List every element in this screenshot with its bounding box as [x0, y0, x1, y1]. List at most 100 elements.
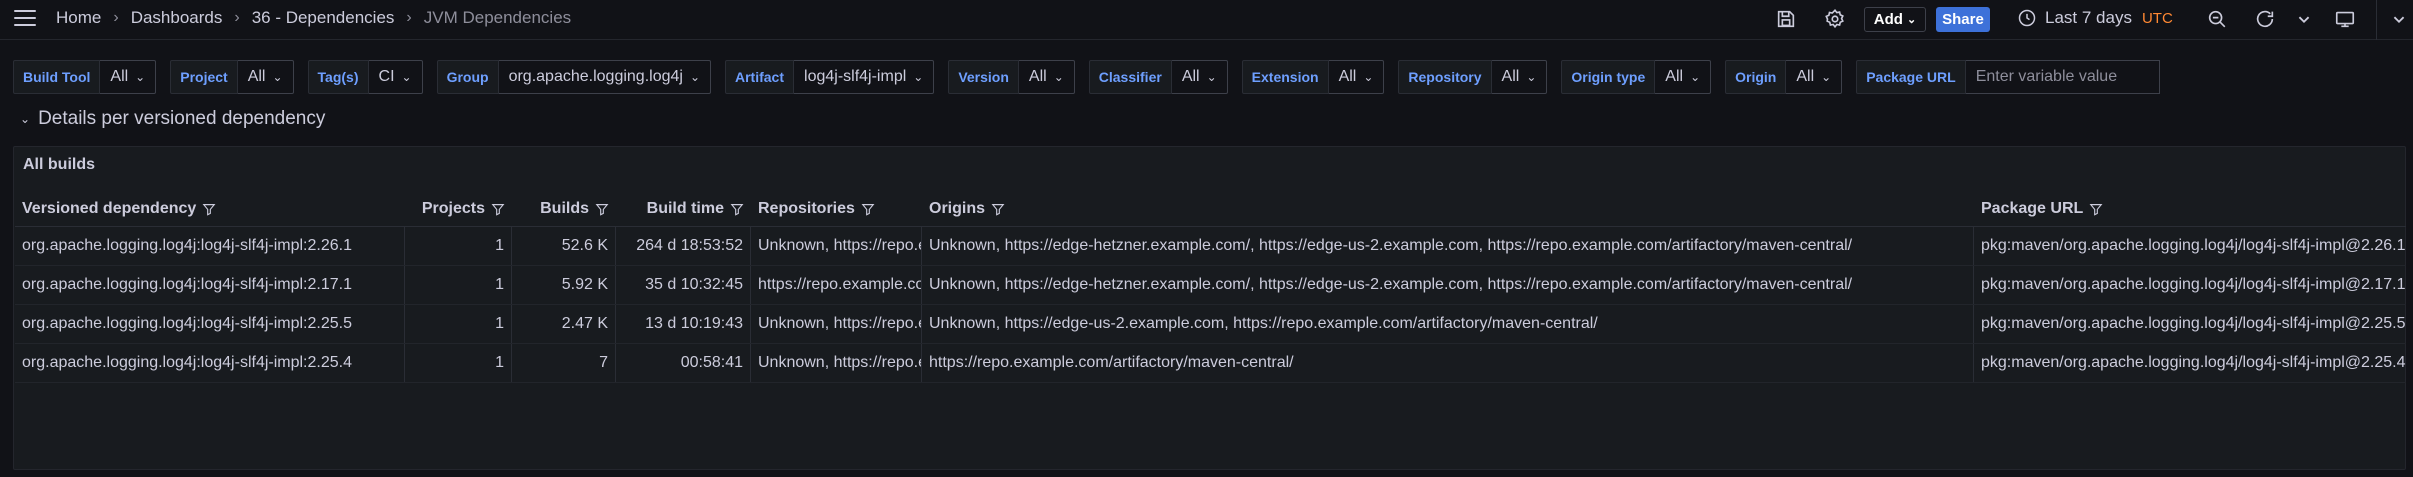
table-cell: pkg:maven/org.apache.logging.log4j/log4j…	[1981, 237, 2406, 254]
table-cell: 1	[405, 227, 512, 265]
column-header[interactable]: Origins	[922, 191, 1974, 226]
time-range-picker[interactable]: Last 7 days UTC	[2017, 8, 2173, 28]
variables-bar: Build Tool All ⌄ Project All ⌄ Tag(s) CI ⌄ Group o…	[13, 60, 2174, 94]
variable-value: All	[1796, 68, 1815, 85]
package-url-input[interactable]: Enter variable value	[1965, 60, 2160, 94]
menu-icon[interactable]	[14, 10, 36, 28]
table-cell: Unknown, https://repo.example.com/artifa…	[751, 344, 922, 382]
breadcrumb-dashboards[interactable]: Dashboards	[131, 8, 223, 28]
refresh-interval-chevron-icon[interactable]	[2293, 8, 2310, 30]
table-row[interactable]: org.apache.logging.log4j:log4j-slf4j-imp…	[15, 344, 2406, 383]
table-cell: 1	[405, 305, 512, 343]
variable-select[interactable]: All ⌄	[100, 60, 157, 94]
variable-label: Origin type	[1561, 60, 1656, 94]
table-cell: Unknown, https://edge-hetzner.example.co…	[922, 266, 1974, 304]
filter-icon[interactable]	[730, 202, 744, 216]
variable-select[interactable]: log4j-slf4j-impl ⌄	[794, 60, 935, 94]
variable-1: Project All ⌄	[170, 60, 294, 94]
variable-4: Artifact log4j-slf4j-impl ⌄	[725, 60, 935, 94]
table-cell: org.apache.logging.log4j:log4j-slf4j-imp…	[15, 227, 405, 265]
chevron-down-icon: ⌄	[20, 112, 31, 126]
variable-label: Artifact	[725, 60, 795, 94]
variable-label: Origin	[1725, 60, 1787, 94]
filter-icon[interactable]	[991, 202, 1005, 216]
table-cell: pkg:maven/org.apache.logging.log4j/log4j…	[1981, 354, 2406, 371]
save-icon[interactable]	[1775, 8, 1797, 30]
table-cell: 1	[405, 344, 512, 382]
page-title: JVM Dependencies	[423, 8, 572, 27]
variable-7: Extension All ⌄	[1241, 60, 1385, 94]
variable-value: All	[1665, 68, 1684, 85]
table-cell: pkg:maven/org.apache.logging.log4j/log4j…	[1981, 315, 2406, 332]
clock-icon	[2018, 9, 2036, 27]
breadcrumb-home[interactable]: Home	[56, 8, 101, 28]
column-header[interactable]: Repositories	[751, 191, 922, 226]
timezone-badge: UTC	[2141, 9, 2173, 27]
variable-label: Project	[170, 60, 238, 94]
variable-select[interactable]: All ⌄	[1018, 60, 1075, 94]
panel-title: All builds	[23, 156, 95, 173]
column-header-label: Repositories	[758, 199, 855, 217]
variable-value: log4j-slf4j-impl	[804, 68, 907, 85]
variable-select[interactable]: All ⌄	[237, 60, 294, 94]
table-cell: 264 d 18:53:52	[616, 227, 751, 265]
share-button[interactable]: Share	[1936, 7, 1990, 32]
variable-3: Group org.apache.logging.log4j ⌄	[436, 60, 711, 94]
refresh-icon[interactable]	[2254, 8, 2276, 30]
variable-select[interactable]: All ⌄	[1328, 60, 1385, 94]
filter-icon[interactable]	[595, 202, 609, 216]
table-row[interactable]: org.apache.logging.log4j:log4j-slf4j-imp…	[15, 266, 2406, 305]
breadcrumb-folder[interactable]: 36 - Dependencies	[252, 8, 395, 28]
column-header-label: Package URL	[1981, 199, 2084, 217]
filter-icon[interactable]	[491, 202, 505, 216]
variable-select[interactable]: CI ⌄	[368, 60, 423, 94]
column-header[interactable]: Package URL	[1974, 191, 2406, 226]
variable-0: Build Tool All ⌄	[13, 60, 157, 94]
chevron-down-icon: ⌄	[1206, 70, 1217, 84]
table-row[interactable]: org.apache.logging.log4j:log4j-slf4j-imp…	[15, 305, 2406, 344]
zoom-out-icon[interactable]	[2206, 8, 2228, 30]
filter-icon[interactable]	[202, 202, 216, 216]
variable-9: Origin type All ⌄	[1561, 60, 1712, 94]
column-header-label: Projects	[421, 199, 485, 217]
table-cell: org.apache.logging.log4j:log4j-slf4j-imp…	[15, 266, 405, 304]
variable-label: Group	[436, 60, 499, 94]
chevron-down-icon: ⌄	[913, 70, 924, 84]
row-header[interactable]: ⌄ Details per versioned dependency	[20, 108, 325, 130]
column-header[interactable]: Projects	[405, 191, 512, 226]
tv-mode-icon[interactable]	[2334, 8, 2356, 30]
column-header-label: Builds	[540, 199, 589, 217]
table-cell: Unknown, https://edge-us-2.example.com, …	[922, 305, 1974, 343]
chevron-down-icon: ⌄	[135, 70, 146, 84]
column-header[interactable]: Build time	[616, 191, 751, 226]
variable-select[interactable]: All ⌄	[1655, 60, 1712, 94]
table-cell: 00:58:41	[616, 344, 751, 382]
filter-icon[interactable]	[2089, 202, 2103, 216]
variable-6: Classifier All ⌄	[1088, 60, 1228, 94]
add-button[interactable]: Add ⌄	[1864, 7, 1926, 32]
top-nav: Home › Dashboards › 36 - Dependencies › …	[0, 0, 2413, 40]
chevron-down-icon: ⌄	[1690, 70, 1701, 84]
variable-2: Tag(s) CI ⌄	[307, 60, 423, 94]
row-title-label: Details per versioned dependency	[38, 108, 326, 129]
variable-select[interactable]: All ⌄	[1786, 60, 1843, 94]
variable-select[interactable]: All ⌄	[1491, 60, 1548, 94]
variable-8: Repository All ⌄	[1398, 60, 1548, 94]
variable-label: Repository	[1398, 60, 1492, 94]
table-row[interactable]: org.apache.logging.log4j:log4j-slf4j-imp…	[15, 227, 2406, 266]
variable-label: Extension	[1241, 60, 1329, 94]
column-header[interactable]: Builds	[512, 191, 616, 226]
table-cell: 5.92 K	[512, 266, 616, 304]
variable-select[interactable]: All ⌄	[1171, 60, 1228, 94]
chevron-down-icon[interactable]	[2388, 8, 2406, 30]
column-header[interactable]: Versioned dependency	[15, 191, 405, 226]
table-cell: org.apache.logging.log4j:log4j-slf4j-imp…	[15, 305, 405, 343]
chevron-down-icon: ⌄	[1363, 70, 1374, 84]
chevron-down-icon: ⌄	[1821, 70, 1832, 84]
time-range-label: Last 7 days	[2045, 8, 2132, 27]
chevron-down-icon: ⌄	[1053, 70, 1064, 84]
variable-select[interactable]: org.apache.logging.log4j ⌄	[498, 60, 711, 94]
chevron-down-icon: ⌄	[401, 70, 412, 84]
gear-icon[interactable]	[1824, 8, 1846, 30]
filter-icon[interactable]	[861, 202, 875, 216]
